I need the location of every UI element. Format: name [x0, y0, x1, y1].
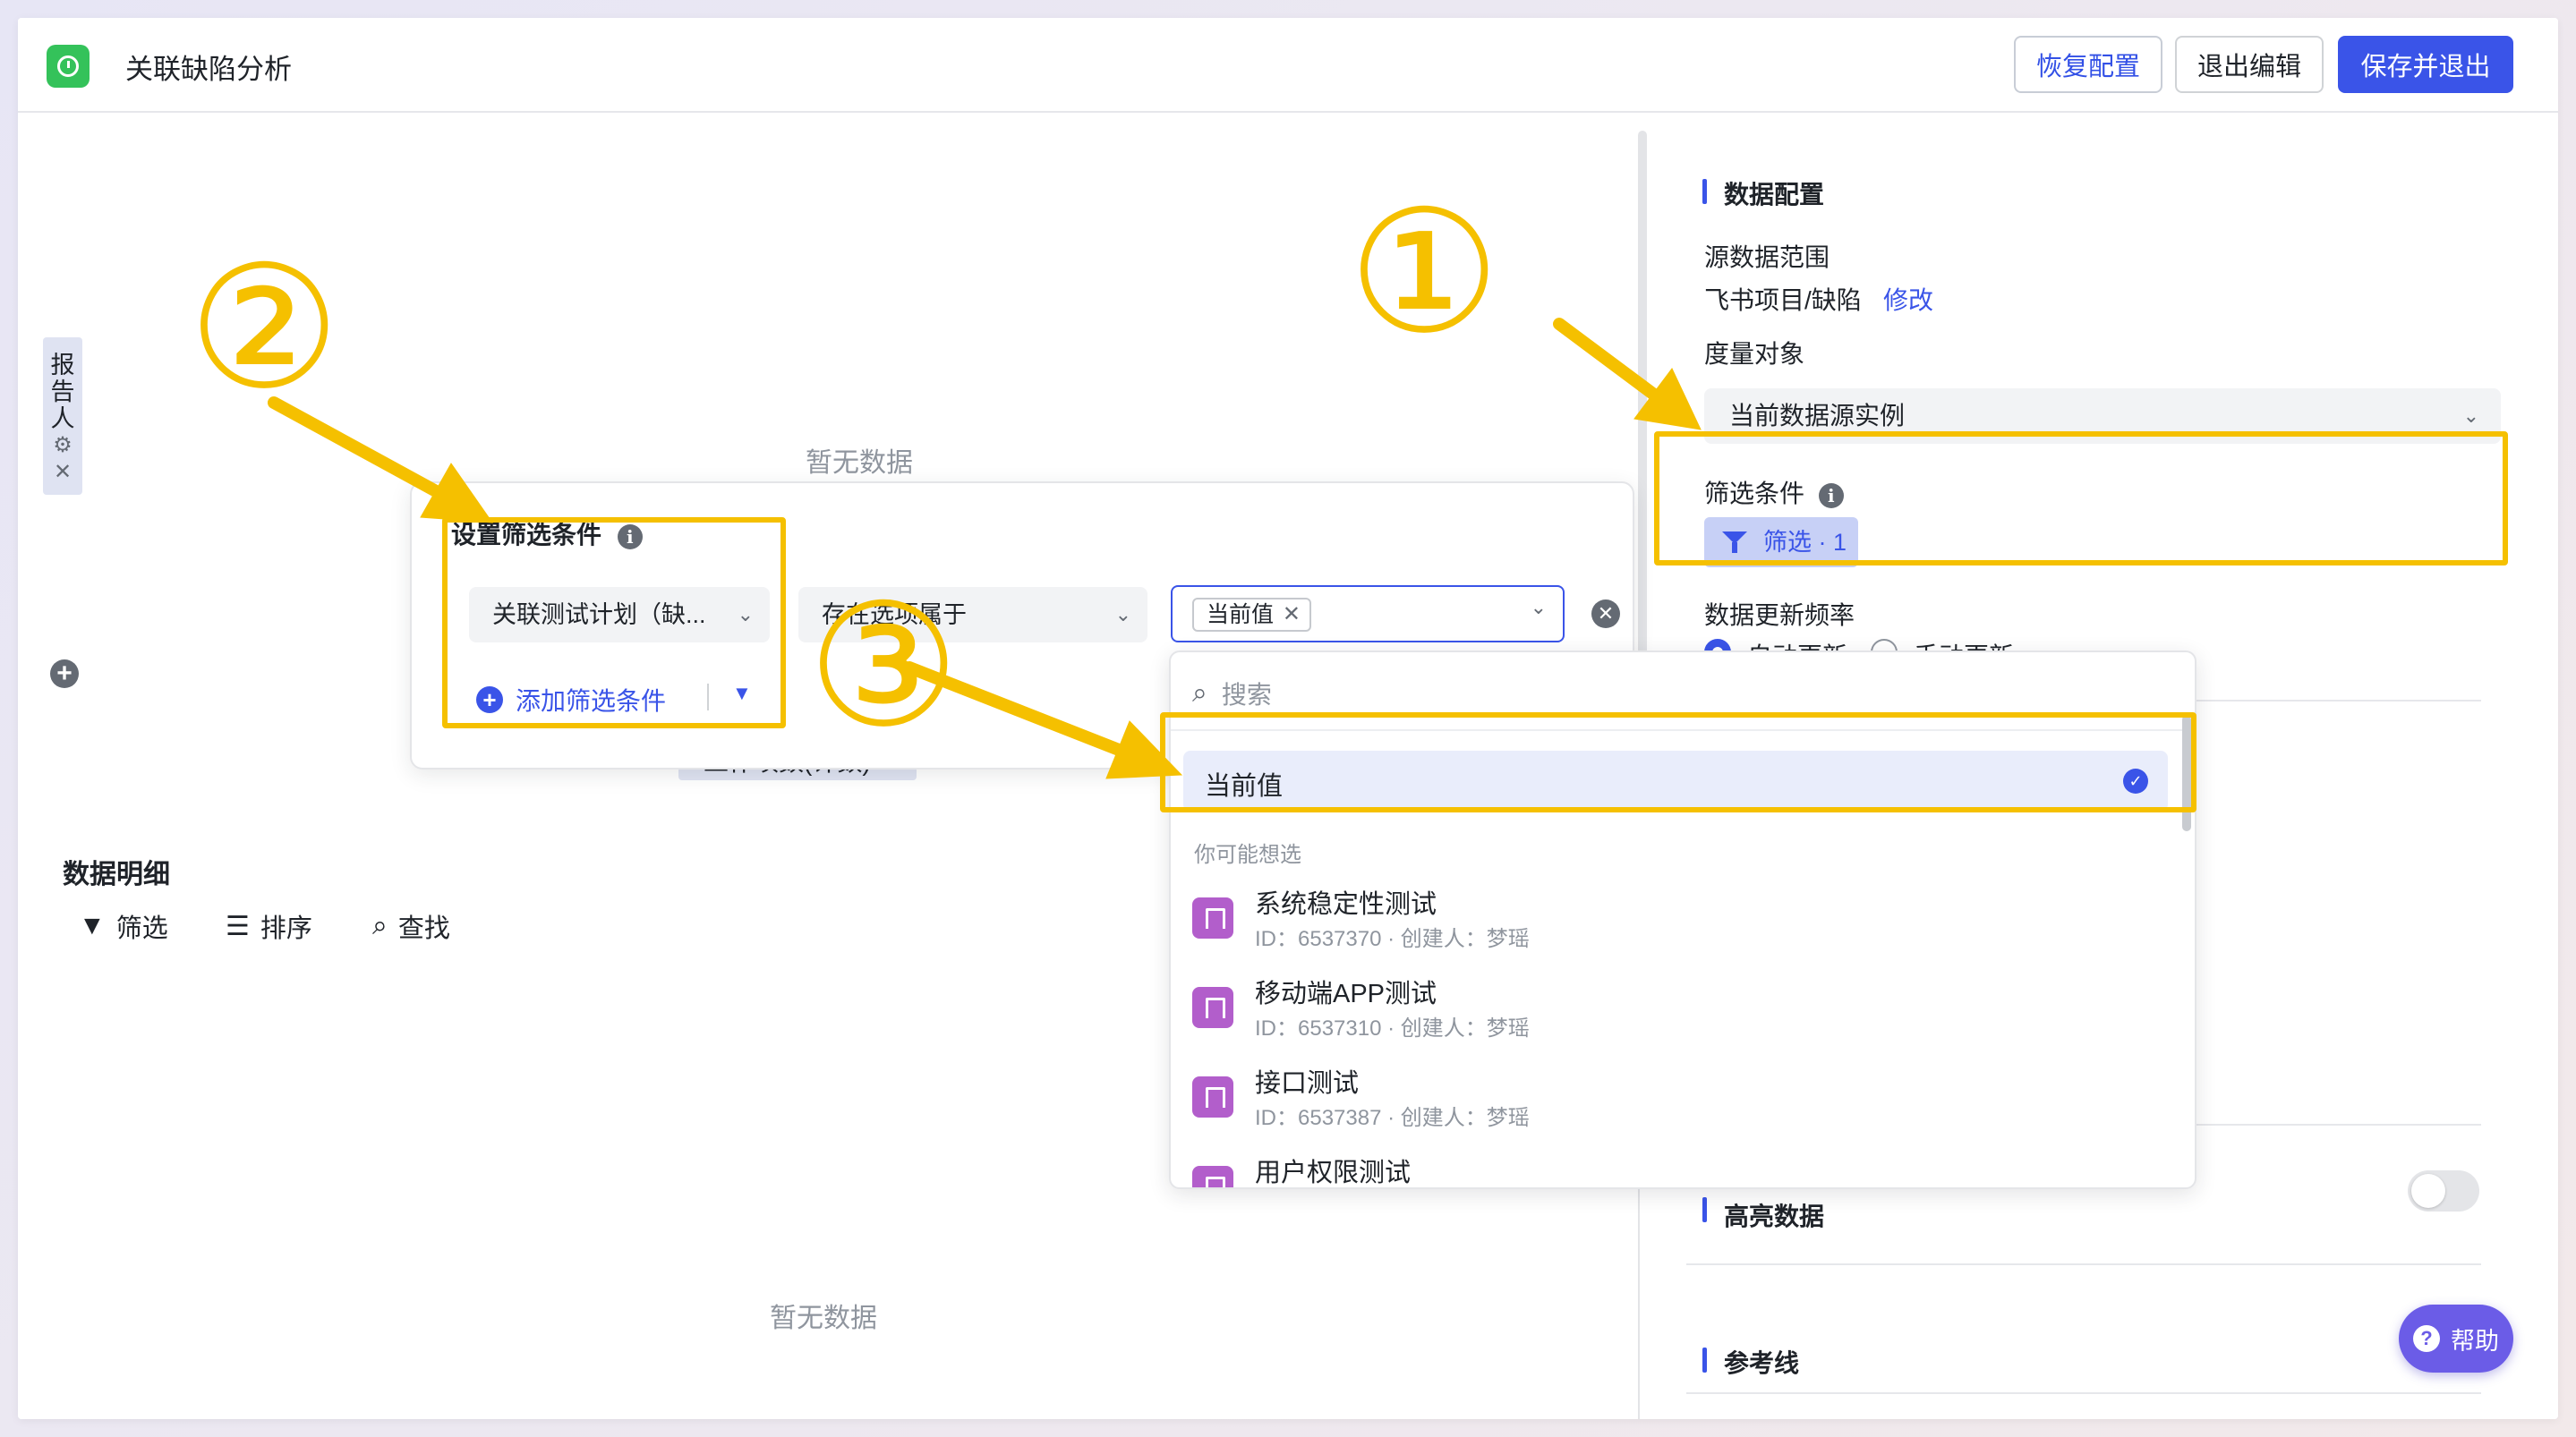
details-sort-tool[interactable]: ☰ 排序: [226, 907, 312, 945]
filter-icon: ▼: [79, 911, 106, 940]
update-freq-label: 数据更新频率: [1704, 601, 1855, 629]
bookmark-icon: [1192, 987, 1233, 1028]
source-range-label: 源数据范围: [1704, 243, 1830, 271]
bookmark-icon: [1192, 1076, 1233, 1118]
details-sort-label: 排序: [260, 914, 312, 943]
restore-config-button[interactable]: 恢复配置: [2014, 36, 2162, 93]
measure-label: 度量对象: [1704, 340, 1805, 368]
modify-link[interactable]: 修改: [1883, 281, 1933, 317]
list-item[interactable]: 移动端APP测试 ID：6537310 · 创建人：梦瑶: [1192, 973, 2177, 1059]
filter-value-select[interactable]: 当前值 ✕ ⌄: [1171, 585, 1565, 642]
highlight-box-filter-condition: [1654, 431, 2508, 565]
divider: [1686, 1263, 2481, 1265]
details-filter-tool[interactable]: ▼ 筛选: [79, 907, 168, 945]
value-chip: 当前值 ✕: [1192, 598, 1312, 632]
list-item[interactable]: 接口测试 ID：6537387 · 创建人：梦瑶: [1192, 1062, 2177, 1148]
close-icon[interactable]: ✕: [43, 459, 82, 486]
find-icon: ⌕: [372, 911, 388, 940]
annotation-one: ①: [1348, 174, 1501, 371]
question-icon: ?: [2413, 1325, 2440, 1352]
app-clock-icon: [47, 45, 90, 88]
highlight-data-label: 高亮数据: [1724, 1203, 1825, 1230]
add-dimension-button[interactable]: +: [50, 659, 79, 688]
chevron-down-icon: ⌄: [1530, 596, 1547, 618]
list-item[interactable]: 用户权限测试: [1192, 1152, 2177, 1187]
chevron-down-icon: ⌄: [1114, 603, 1131, 625]
remove-condition-icon[interactable]: ✕: [1591, 599, 1620, 628]
dropdown-search[interactable]: ⌕ 搜索: [1192, 676, 1272, 711]
no-data-text-bottom: 暂无数据: [770, 1304, 877, 1333]
annotation-two: ②: [188, 229, 341, 427]
no-data-text-top: 暂无数据: [806, 448, 913, 478]
reference-line-heading: 参考线: [1724, 1349, 1800, 1377]
top-bar: 关联缺陷分析 恢复配置 退出编辑 保存并退出: [18, 18, 2558, 113]
measure-value: 当前数据源实例: [1729, 402, 1906, 429]
bookmark-icon: [1192, 1166, 1233, 1187]
highlight-box-filter-popup: [442, 517, 786, 728]
details-find-tool[interactable]: ⌕ 查找: [372, 907, 450, 945]
source-range-value: 飞书项目/缺陷: [1704, 286, 1862, 314]
bookmark-icon: [1192, 897, 1233, 939]
annotation-three: ③: [807, 567, 960, 765]
gear-icon[interactable]: ⚙: [43, 432, 82, 459]
save-and-exit-button[interactable]: 保存并退出: [2338, 36, 2513, 93]
page-title: 关联缺陷分析: [125, 54, 292, 85]
chip-close-icon[interactable]: ✕: [1283, 599, 1301, 630]
highlight-toggle[interactable]: [2408, 1170, 2479, 1212]
list-item[interactable]: 系统稳定性测试 ID：6537370 · 创建人：梦瑶: [1192, 883, 2177, 969]
highlight-box-current-value: [1160, 712, 2196, 812]
help-button[interactable]: ? 帮助: [2399, 1305, 2513, 1373]
sort-icon: ☰: [226, 911, 250, 941]
details-filter-label: 筛选: [115, 914, 168, 943]
details-find-label: 查找: [397, 914, 450, 943]
divider: [1686, 1392, 2481, 1394]
report-person-tag[interactable]: 报 告 人 ⚙ ✕: [43, 337, 82, 495]
exit-edit-button[interactable]: 退出编辑: [2175, 36, 2324, 93]
data-config-heading: 数据配置: [1724, 181, 1825, 208]
search-icon: ⌕: [1192, 678, 1207, 708]
details-title: 数据明细: [63, 860, 170, 889]
suggestion-group-label: 你可能想选: [1194, 843, 1301, 867]
